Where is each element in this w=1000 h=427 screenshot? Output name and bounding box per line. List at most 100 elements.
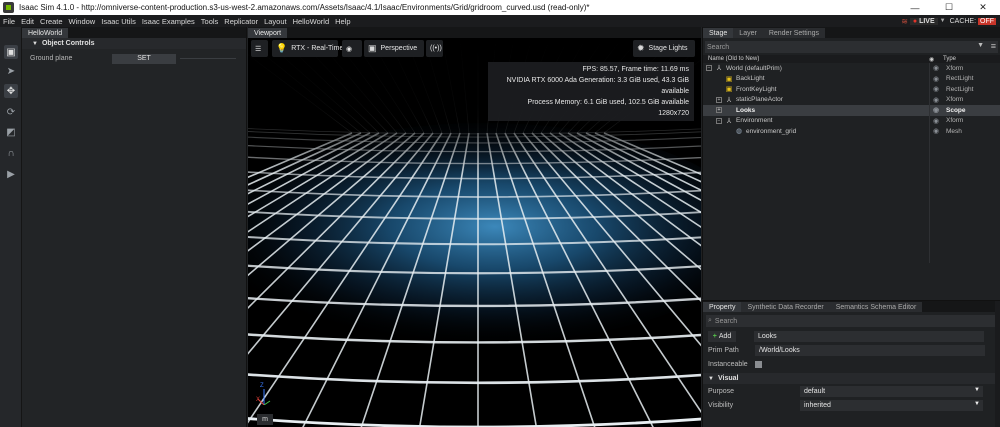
visibility-dropdown[interactable]: inherited ▼ xyxy=(800,399,983,411)
object-controls-header[interactable]: ▼ Object Controls xyxy=(22,38,246,49)
visibility-eye-icon[interactable]: ◉ xyxy=(929,106,943,114)
tab-viewport[interactable]: Viewport xyxy=(248,28,288,38)
tab-stage[interactable]: Stage xyxy=(703,28,734,38)
visibility-eye-icon[interactable]: ◉ xyxy=(929,117,943,125)
light-icon: ▣ xyxy=(725,86,733,94)
add-button[interactable]: + Add xyxy=(708,330,736,342)
menu-tools[interactable]: Tools xyxy=(198,17,222,26)
tree-row-name: ▣ BackLight xyxy=(703,75,929,83)
menu-file[interactable]: File xyxy=(0,17,18,26)
app-icon xyxy=(3,2,14,13)
hamburger-menu-icon[interactable]: ≡ xyxy=(991,41,996,51)
expand-icon[interactable]: + xyxy=(716,107,722,114)
visual-section-title: Visual xyxy=(717,375,739,382)
tool-strip: ▣ ➤ ✥ ⟳ ◩ ∩ ▶ xyxy=(0,27,22,427)
render-mode-button[interactable]: 💡 RTX - Real-Time xyxy=(272,40,343,57)
visibility-eye-icon[interactable]: ◉ xyxy=(929,75,943,83)
property-scrollbar[interactable] xyxy=(995,301,1000,427)
menu-isaac-utils[interactable]: Isaac Utils xyxy=(98,17,139,26)
tree-row-backlight[interactable]: ▣ BackLight ◉ RectLight xyxy=(703,74,1000,85)
audio-icon[interactable]: ((•)) xyxy=(426,40,443,57)
collapse-triangle-icon: ▼ xyxy=(708,375,714,382)
snap-tool-icon[interactable]: ∩ xyxy=(4,146,18,160)
stage-search-input[interactable]: Search ▼ ≡ xyxy=(705,41,998,53)
tab-render-settings[interactable]: Render Settings xyxy=(762,28,826,38)
visibility-eye-icon[interactable]: ◉ xyxy=(929,96,943,104)
visibility-value: inherited xyxy=(804,401,831,409)
prim-name-field[interactable]: Looks xyxy=(754,330,984,342)
settings-sliders-icon[interactable]: ☰ xyxy=(251,40,268,57)
set-button[interactable]: SET xyxy=(112,53,176,64)
stage-lights-button[interactable]: ✹ Stage Lights xyxy=(633,40,695,57)
live-session-control[interactable]: ≋ ● LIVE ▼ xyxy=(901,16,945,26)
viewport-toolbar: ☰ 💡 RTX - Real-Time ◉ ▣ Perspective ((•)… xyxy=(248,40,701,58)
render-mode-label: RTX - Real-Time xyxy=(291,45,344,52)
units-button[interactable]: m xyxy=(257,414,273,425)
visibility-eye-icon[interactable]: ◉ xyxy=(929,64,943,72)
menu-edit[interactable]: Edit xyxy=(18,17,37,26)
move-tool-icon[interactable]: ✥ xyxy=(4,84,18,98)
col-type[interactable]: Type xyxy=(943,56,1000,62)
chevron-down-icon[interactable]: ▼ xyxy=(940,18,946,24)
tab-semantics-schema-editor[interactable]: Semantics Schema Editor xyxy=(829,302,923,312)
menu-replicator[interactable]: Replicator xyxy=(221,17,261,26)
play-icon[interactable]: ▶ xyxy=(4,167,18,181)
tab-property[interactable]: Property xyxy=(703,302,742,312)
collapse-icon[interactable]: − xyxy=(716,117,722,124)
sun-icon: ✹ xyxy=(637,43,645,53)
search-icon: ⌕ xyxy=(708,317,712,324)
resolution-stat: 1280x720 xyxy=(658,110,689,117)
visibility-eye-icon[interactable]: ◉ xyxy=(929,127,943,135)
window-title: Isaac Sim 4.1.0 - http://omniverse-conte… xyxy=(19,3,590,12)
dropdown-arrow-icon: ▼ xyxy=(974,386,980,393)
purpose-dropdown[interactable]: default ▼ xyxy=(800,385,983,397)
tab-layer[interactable]: Layer xyxy=(733,28,763,38)
expand-icon[interactable]: + xyxy=(716,96,722,103)
add-label: Add xyxy=(718,332,732,340)
minimize-button[interactable]: — xyxy=(898,3,932,13)
pointer-tool-icon[interactable]: ➤ xyxy=(4,64,18,78)
tree-row-type: RectLight xyxy=(946,75,974,83)
tree-row-frontkeylight[interactable]: ▣ FrontKeyLight ◉ RectLight xyxy=(703,84,1000,95)
axis-lines xyxy=(258,389,271,405)
menu-help[interactable]: Help xyxy=(332,17,353,26)
instanceable-label: Instanceable xyxy=(708,360,748,368)
select-tool-icon[interactable]: ▣ xyxy=(4,45,18,59)
eye-icon[interactable]: ◉ xyxy=(342,40,362,57)
camera-button[interactable]: ▣ Perspective xyxy=(364,40,424,57)
col-name[interactable]: Name (Old to New) xyxy=(703,56,929,62)
close-button[interactable]: ✕ xyxy=(966,2,1000,13)
tree-row-staticplaneactor[interactable]: + ⅄ staticPlaneActor ◉ Xform xyxy=(703,95,1000,106)
property-search-input[interactable]: ⌕ Search xyxy=(706,315,997,327)
cache-status[interactable]: CACHE: OFF xyxy=(950,17,996,25)
collapse-icon[interactable]: − xyxy=(706,65,712,72)
tree-row-looks[interactable]: + Looks ◉ Scope xyxy=(703,105,1000,116)
cache-off-badge: OFF xyxy=(978,17,996,25)
visual-section-header[interactable]: ▼ Visual xyxy=(703,373,1000,384)
tree-row-world[interactable]: − ⅄ World (defaultPrim) ◉ Xform xyxy=(703,63,1000,74)
menu-layout[interactable]: Layout xyxy=(261,17,290,26)
menu-isaac-examples[interactable]: Isaac Examples xyxy=(139,17,198,26)
visibility-row: Visibility inherited ▼ xyxy=(703,398,1000,412)
tree-row-environment[interactable]: − ⅄ Environment ◉ Xform xyxy=(703,116,1000,127)
instanceable-checkbox[interactable] xyxy=(755,360,762,368)
wifi-icon: ≋ xyxy=(901,16,908,26)
tree-row-type: Xform xyxy=(946,96,964,104)
menu-helloworld[interactable]: HelloWorld xyxy=(290,17,333,26)
menu-create[interactable]: Create xyxy=(37,17,66,26)
title-bar: Isaac Sim 4.1.0 - http://omniverse-conte… xyxy=(0,0,1000,15)
visibility-eye-icon[interactable]: ◉ xyxy=(929,85,943,93)
filter-icon[interactable]: ▼ xyxy=(977,42,984,49)
rotate-tool-icon[interactable]: ⟳ xyxy=(4,105,18,119)
plus-icon: + xyxy=(712,332,717,340)
tab-helloworld[interactable]: HelloWorld xyxy=(22,28,69,38)
scale-tool-icon[interactable]: ◩ xyxy=(4,125,18,139)
prim-path-field[interactable]: /World/Looks xyxy=(755,344,985,356)
tab-synthetic-data-recorder[interactable]: Synthetic Data Recorder xyxy=(741,302,830,312)
stage-panel: Stage Layer Render Settings Search ▼ ≡ N… xyxy=(702,27,1000,299)
tree-row-name: + ⅄ staticPlaneActor xyxy=(703,96,929,104)
tree-row-environment-grid[interactable]: ◍ environment_grid ◉ Mesh xyxy=(703,126,1000,137)
maximize-button[interactable]: ☐ xyxy=(932,2,966,13)
camera-icon: ▣ xyxy=(368,43,377,53)
menu-window[interactable]: Window xyxy=(66,17,99,26)
